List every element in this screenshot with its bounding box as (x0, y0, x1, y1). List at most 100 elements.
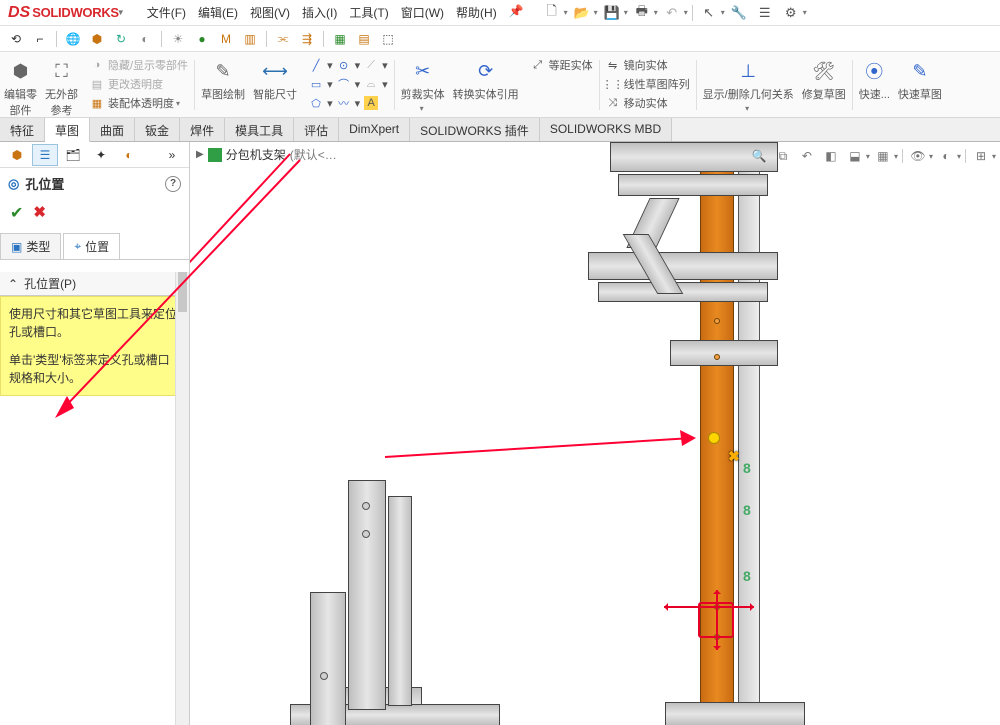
view-orient-icon[interactable]: ⬓ (844, 146, 866, 166)
crop-icon: ✂ (410, 58, 436, 84)
graphics-viewport[interactable]: ▶ 分包机支架 (默认<… 🔍 ⧉ ↶ ◧ ⬓▾ ▦▾ 👁▾ ◐▾ ⊞▾ (190, 142, 1000, 725)
tab-plugin[interactable]: SOLIDWORKS 插件 (410, 118, 540, 141)
collapse-icon: ⌃ (8, 277, 18, 291)
display-manager-icon[interactable]: ◐ (116, 144, 142, 166)
panel-scrollbar[interactable] (175, 272, 189, 725)
appearance-scene-icon[interactable]: ◐ (935, 146, 957, 166)
change-transparency[interactable]: ▤更改透明度 (86, 75, 192, 93)
lights-icon[interactable]: ☀ (168, 29, 188, 49)
hole-marker[interactable] (708, 432, 720, 444)
explode-icon[interactable]: ⇶ (297, 29, 317, 49)
cancel-button[interactable]: ✖ (33, 203, 46, 223)
property-manager-icon[interactable]: ☰ (32, 144, 58, 166)
link-icon[interactable]: ⟲ (6, 29, 26, 49)
section-view-icon[interactable]: ◧ (820, 146, 842, 166)
menu-tools[interactable]: 工具(T) (343, 0, 394, 25)
wire-icon[interactable]: ▥ (240, 29, 260, 49)
display-style-icon[interactable]: ▦ (872, 146, 894, 166)
logo-ds: DS (8, 4, 30, 22)
smart-dim-button[interactable]: ⟷ 智能尺寸 (249, 56, 301, 104)
convert-body-button[interactable]: ⟳ 转换实体引用 (449, 56, 523, 104)
green-dot-icon[interactable]: ● (192, 29, 212, 49)
sketch-paint-button[interactable]: ✎ 草图绘制 (197, 56, 249, 104)
menu-edit[interactable]: 编辑(E) (192, 0, 244, 25)
crop-body-button[interactable]: ✂ 剪裁实体▾ (397, 56, 449, 115)
dimxpert-tab-icon[interactable]: ✦ (88, 144, 114, 166)
repair-sketch-button[interactable]: 🛠 修复草图 (798, 56, 850, 104)
zoom-fit-icon[interactable]: 🔍 (748, 146, 770, 166)
menu-help[interactable]: 帮助(H) (450, 0, 503, 25)
orange-M-icon[interactable]: M (216, 29, 236, 49)
zoom-area-icon[interactable]: ⧉ (772, 146, 794, 166)
assembly-transparency[interactable]: ▦装配体透明度▾ (86, 94, 192, 112)
property-tabs: ▣类型 ⌖位置 (0, 233, 189, 260)
feature-manager-panel: ⬢ ☰ 🗂 ✦ ◐ » ◎ 孔位置 ? ✔ ✖ ▣类型 ⌖位置 ⌃ 孔位置(P) (0, 142, 190, 725)
new-icon[interactable]: 🗋 (540, 2, 564, 24)
feature-tree-icon[interactable]: ⬢ (4, 144, 30, 166)
tab-eval[interactable]: 评估 (294, 118, 339, 141)
section-header[interactable]: ⌃ 孔位置(P) (0, 272, 189, 296)
help-icon[interactable]: ? (165, 176, 181, 192)
config-icon[interactable]: ⫘ (273, 29, 293, 49)
tab-sketch[interactable]: 草图 (45, 118, 90, 142)
edit-component-button[interactable]: ⬢ 编辑零 部件 (0, 56, 41, 120)
bom-icon[interactable]: ▤ (354, 29, 374, 49)
linear-pattern[interactable]: ⋮⋮线性草图阵列 (602, 75, 694, 93)
hide-show-components[interactable]: ◑隐藏/显示零部件 (86, 56, 192, 74)
show-hide-rel-button[interactable]: ⊥ 显示/删除几何关系▾ (699, 56, 798, 115)
undo-icon[interactable]: ↶ (660, 2, 684, 24)
open-icon[interactable]: 📂 (570, 2, 594, 24)
hide-show-icon[interactable]: 👁 (907, 146, 929, 166)
tab-mold[interactable]: 模具工具 (225, 118, 294, 141)
hole-marker-x[interactable]: ✖ (728, 448, 740, 465)
save-icon[interactable]: 💾 (600, 2, 624, 24)
viewport-settings-icon[interactable]: ⊞ (970, 146, 992, 166)
menu-view[interactable]: 视图(V) (244, 0, 296, 25)
menu-file[interactable]: 文件(F) (141, 0, 192, 25)
app-logo: DS SOLIDWORKS ▼ (0, 4, 133, 22)
tab-curve[interactable]: 曲面 (90, 118, 135, 141)
no-external-ref-icon: ⛶ (49, 58, 75, 84)
drawing-icon[interactable]: ⬚ (378, 29, 398, 49)
print-icon[interactable]: 🖶 (630, 2, 654, 24)
text-icon: A (364, 96, 378, 110)
excel-icon[interactable]: ▦ (330, 29, 350, 49)
quick-button[interactable]: ⦿ 快速... (855, 56, 894, 104)
quick-sketch-icon: ✎ (907, 58, 933, 84)
property-title: 孔位置 (25, 174, 64, 193)
select-icon[interactable]: ↖ (697, 2, 721, 24)
flyout-expand-icon[interactable]: » (159, 144, 185, 166)
tab-type[interactable]: ▣类型 (0, 233, 61, 259)
position-icon: ⌖ (74, 239, 81, 254)
prev-view-icon[interactable]: ↶ (796, 146, 818, 166)
no-external-ref-button[interactable]: ⛶ 无外部 参考 (41, 56, 82, 120)
settings-icon[interactable]: ⚙ (779, 2, 803, 24)
rect-icon: ▭ (309, 77, 323, 91)
move-body[interactable]: ⤨移动实体 (602, 94, 694, 112)
mirror-body[interactable]: ⇋镜向实体 (602, 56, 694, 74)
pin-icon[interactable]: 📌 (503, 0, 530, 25)
tab-weldment[interactable]: 焊件 (180, 118, 225, 141)
assembly-icon[interactable]: ⬢ (87, 29, 107, 49)
poly-icon: ⬠ (309, 96, 323, 110)
edit-component-icon: ⬢ (8, 58, 34, 84)
tab-sheetmetal[interactable]: 钣金 (135, 118, 180, 141)
tab-dimxpert[interactable]: DimXpert (339, 118, 410, 141)
quick-sketch-button[interactable]: ✎ 快速草图 (894, 56, 946, 104)
globe-blue-icon[interactable]: 🌐 (63, 29, 83, 49)
tab-position[interactable]: ⌖位置 (63, 233, 120, 259)
rotate-icon[interactable]: ↻ (111, 29, 131, 49)
chevron-down-icon[interactable]: ▼ (117, 8, 125, 17)
corner-icon[interactable]: ⌐ (30, 29, 50, 49)
config-manager-icon[interactable]: 🗂 (60, 144, 86, 166)
rebuild-icon[interactable]: 🔧 (727, 2, 751, 24)
menu-window[interactable]: 窗口(W) (395, 0, 450, 25)
options-list-icon[interactable]: ☰ (753, 2, 777, 24)
appearance-icon[interactable]: ◐ (135, 29, 155, 49)
tab-feature[interactable]: 特征 (0, 118, 45, 141)
ok-button[interactable]: ✔ (10, 203, 23, 223)
breadcrumb[interactable]: ▶ 分包机支架 (默认<… (196, 146, 337, 163)
tab-mbd[interactable]: SOLIDWORKS MBD (540, 118, 672, 141)
menu-insert[interactable]: 插入(I) (296, 0, 343, 25)
offset-body[interactable]: ⤢等距实体 (527, 56, 597, 74)
